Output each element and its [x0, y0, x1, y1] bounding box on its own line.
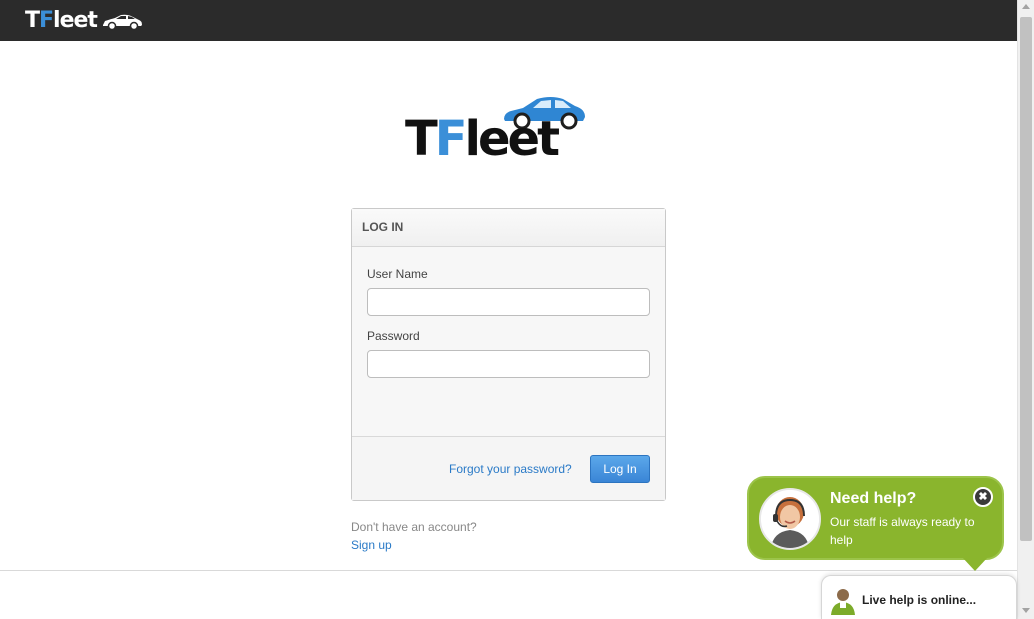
login-button[interactable]: Log In [590, 455, 650, 483]
help-title: Need help? [830, 490, 917, 507]
main-logo-text: TFleet [405, 111, 560, 167]
help-bubble-tail [962, 557, 988, 571]
car-icon [102, 14, 142, 31]
close-icon[interactable]: ✖ [973, 487, 993, 507]
password-input[interactable] [367, 350, 650, 378]
scroll-up-arrow-icon[interactable] [1022, 4, 1030, 9]
brand-logo-text: TFleet [25, 8, 98, 33]
login-panel: LOG IN User Name Password Forgot your pa… [351, 208, 666, 501]
help-chat-bubble[interactable]: Need help? Our staff is always ready to … [747, 476, 1004, 560]
live-help-status: Live help is online... [862, 593, 977, 607]
vertical-scrollbar[interactable] [1017, 0, 1034, 619]
scrollbar-thumb[interactable] [1020, 17, 1032, 541]
footer-divider [0, 570, 1017, 571]
login-panel-heading: LOG IN [352, 209, 665, 247]
login-form-body: User Name Password [352, 247, 665, 436]
no-account-text: Don't have an account? [351, 520, 477, 534]
help-subtitle: Our staff is always ready to help [830, 515, 975, 547]
brand-logo[interactable]: TFleet [25, 9, 143, 33]
main-logo: TFleet [403, 95, 613, 165]
sign-up-link[interactable]: Sign up [351, 538, 392, 552]
password-label: Password [367, 329, 420, 343]
login-panel-footer: Forgot your password? Log In [352, 436, 665, 500]
agent-avatar-icon [759, 488, 821, 550]
scroll-down-arrow-icon[interactable] [1022, 608, 1030, 613]
live-help-tab[interactable]: Live help is online... [821, 575, 1017, 619]
username-label: User Name [367, 267, 428, 281]
person-icon [831, 589, 855, 615]
top-navbar: TFleet [0, 0, 1017, 41]
username-input[interactable] [367, 288, 650, 316]
forgot-password-link[interactable]: Forgot your password? [449, 462, 572, 476]
